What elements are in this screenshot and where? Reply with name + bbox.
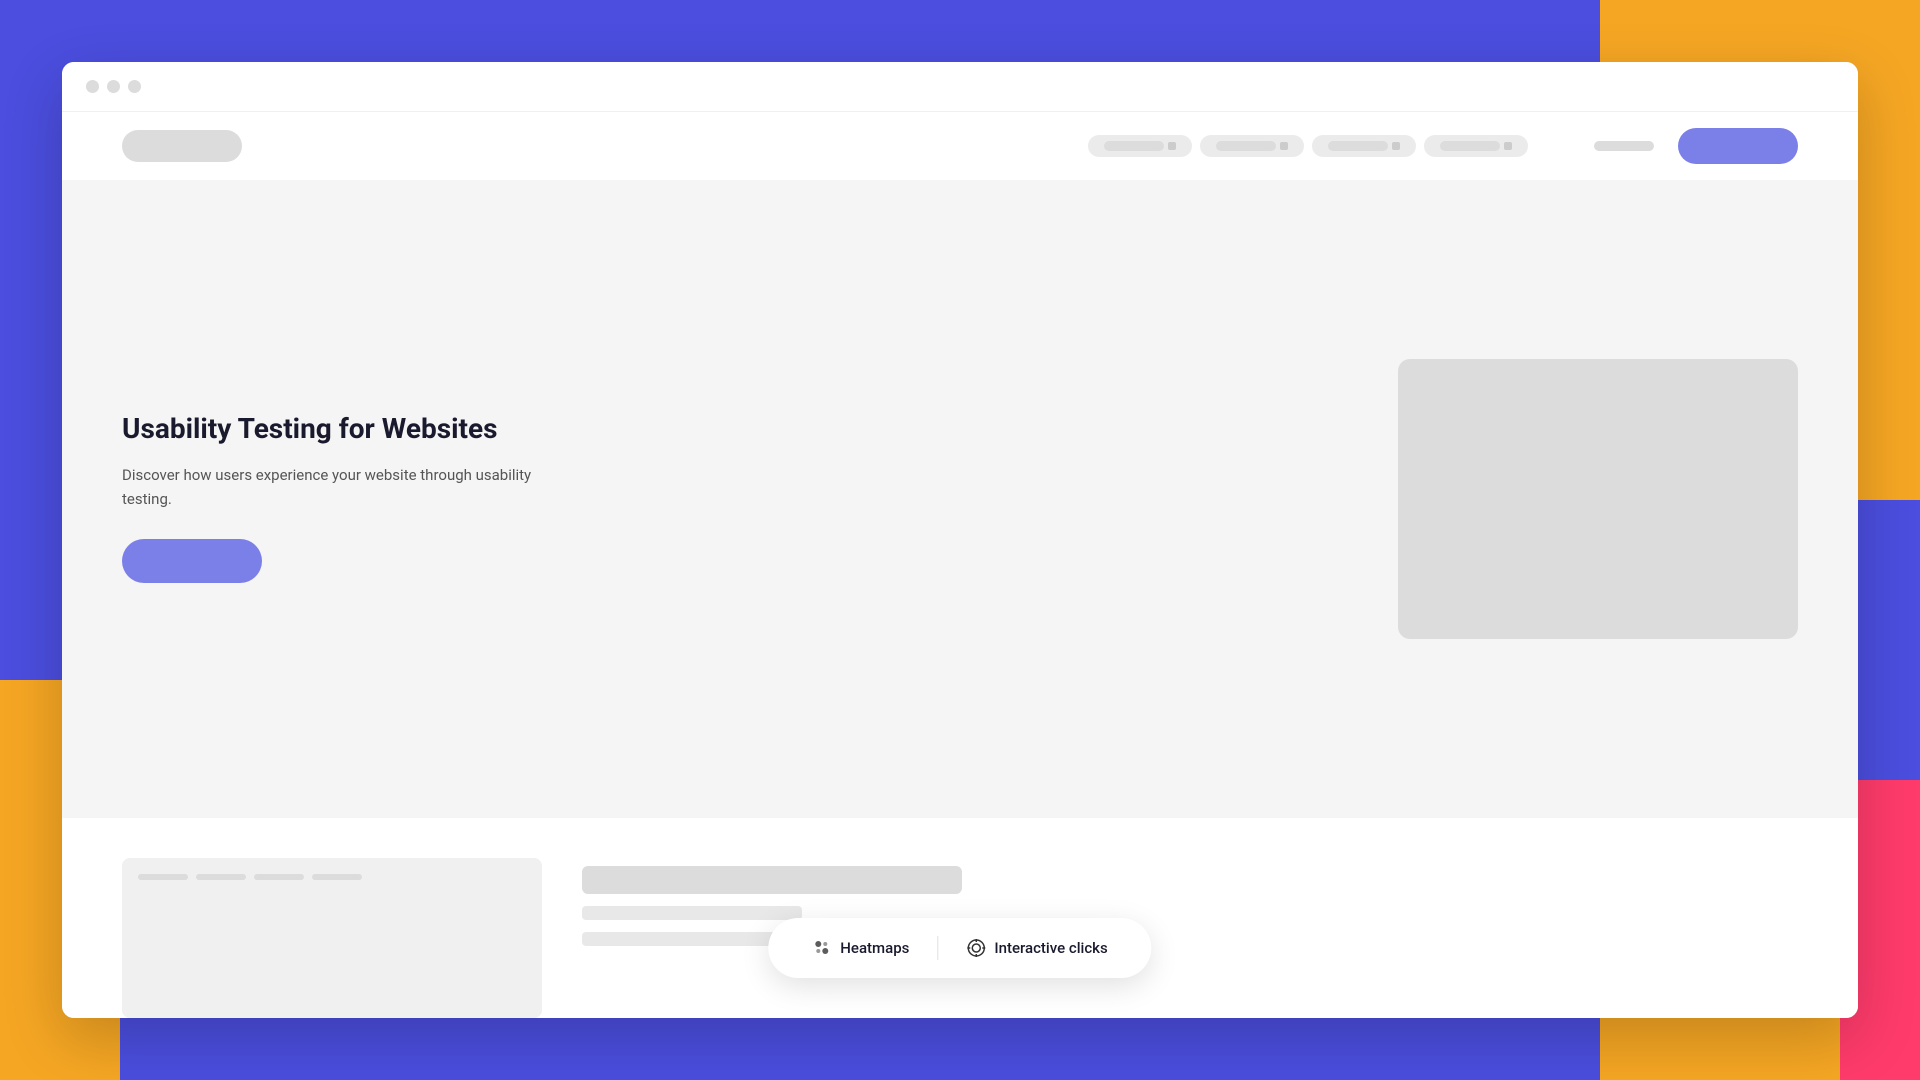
nav-link-solutions[interactable] bbox=[1200, 135, 1304, 157]
card-line-2 bbox=[196, 874, 246, 880]
right-line-long-1 bbox=[582, 866, 962, 894]
traffic-light-green bbox=[128, 80, 141, 93]
card-line-4 bbox=[312, 874, 362, 880]
bottom-section: Heatmaps Interactive clicks bbox=[62, 818, 1858, 1018]
heatmap-icon bbox=[812, 938, 832, 958]
browser-window: Usability Testing for Websites Discover … bbox=[62, 62, 1858, 1018]
traffic-light-red bbox=[86, 80, 99, 93]
bottom-card-right bbox=[582, 858, 1798, 946]
chevron-down-icon bbox=[1168, 142, 1176, 150]
browser-chrome bbox=[62, 62, 1858, 112]
nav-link-pricing[interactable] bbox=[1424, 135, 1528, 157]
chevron-down-icon bbox=[1392, 142, 1400, 150]
nav-links bbox=[1088, 128, 1798, 164]
traffic-light-yellow bbox=[107, 80, 120, 93]
nav-link-bar-pricing bbox=[1440, 141, 1500, 151]
nav-login-link[interactable] bbox=[1594, 141, 1654, 151]
card-line-3 bbox=[254, 874, 304, 880]
nav-link-products[interactable] bbox=[1088, 135, 1192, 157]
card-line-1 bbox=[138, 874, 188, 880]
floating-tabbar: Heatmaps Interactive clicks bbox=[768, 918, 1151, 978]
nav-link-bar-solutions bbox=[1216, 141, 1276, 151]
tab-heatmaps[interactable]: Heatmaps bbox=[796, 932, 925, 964]
nav-logo bbox=[122, 130, 242, 162]
nav-cta-button[interactable] bbox=[1678, 128, 1798, 164]
tab-divider bbox=[937, 936, 938, 960]
navbar bbox=[62, 112, 1858, 180]
hero-cta-button[interactable] bbox=[122, 539, 262, 583]
traffic-lights bbox=[86, 80, 141, 93]
right-line-short-1 bbox=[582, 906, 802, 920]
nav-link-bar-products bbox=[1104, 141, 1164, 151]
hero-image-placeholder bbox=[1398, 359, 1798, 639]
bottom-card-left bbox=[122, 858, 542, 1018]
tab-interactive-clicks-label: Interactive clicks bbox=[994, 939, 1107, 957]
hero-title: Usability Testing for Websites bbox=[122, 411, 542, 447]
tab-interactive-clicks[interactable]: Interactive clicks bbox=[950, 932, 1123, 964]
chevron-down-icon bbox=[1504, 142, 1512, 150]
hero-subtitle: Discover how users experience your websi… bbox=[122, 463, 542, 511]
clicks-icon bbox=[966, 938, 986, 958]
nav-link-bar-resources bbox=[1328, 141, 1388, 151]
nav-link-resources[interactable] bbox=[1312, 135, 1416, 157]
card-inner-lines bbox=[138, 874, 362, 880]
tab-heatmaps-label: Heatmaps bbox=[840, 939, 909, 957]
hero-section: Usability Testing for Websites Discover … bbox=[62, 180, 1858, 818]
hero-content: Usability Testing for Websites Discover … bbox=[122, 411, 542, 587]
chevron-down-icon bbox=[1280, 142, 1288, 150]
